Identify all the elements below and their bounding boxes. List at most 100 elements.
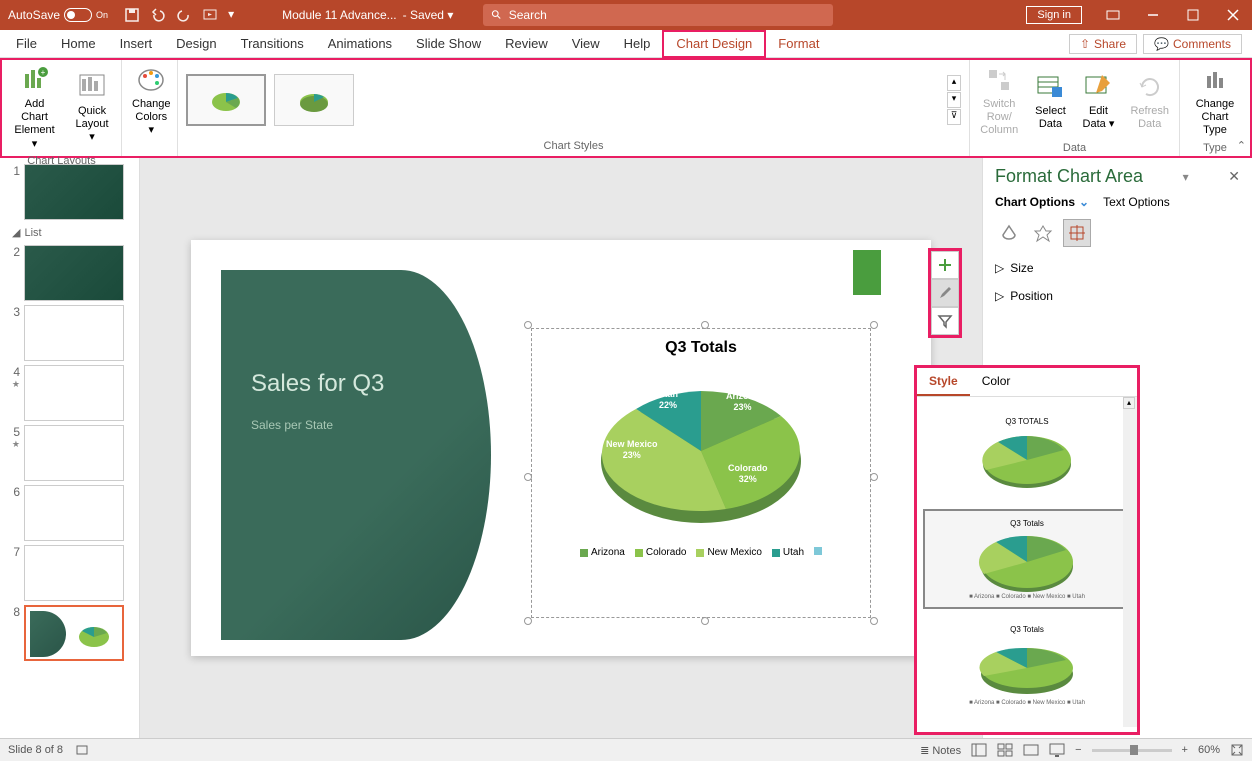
size-properties-icon[interactable] xyxy=(1063,219,1091,247)
slide-thumb-7[interactable]: 7 xyxy=(0,543,139,603)
tab-animations[interactable]: Animations xyxy=(316,30,404,58)
chart-filters-button[interactable] xyxy=(931,307,959,335)
tab-insert[interactable]: Insert xyxy=(108,30,165,58)
edit-data-button[interactable]: Edit Data ▾ xyxy=(1076,69,1120,133)
tab-format[interactable]: Format xyxy=(766,30,831,58)
add-element-icon: + xyxy=(19,64,51,96)
tab-transitions[interactable]: Transitions xyxy=(229,30,316,58)
tab-design[interactable]: Design xyxy=(164,30,228,58)
tab-chart-design[interactable]: Chart Design xyxy=(662,30,766,58)
popup-style-3[interactable]: Q3 Totals ■ Arizona ■ Colorado ■ New Mex… xyxy=(923,615,1131,715)
popup-tab-color[interactable]: Color xyxy=(970,368,1023,396)
minimize-icon[interactable] xyxy=(1134,0,1172,30)
comments-button[interactable]: 💬Comments xyxy=(1143,34,1242,54)
tab-help[interactable]: Help xyxy=(612,30,663,58)
autosave-state: On xyxy=(96,10,108,20)
fill-line-icon[interactable] xyxy=(995,219,1023,247)
share-button[interactable]: ⇧Share xyxy=(1069,34,1137,54)
popup-tab-style[interactable]: Style xyxy=(917,368,970,396)
tab-slideshow[interactable]: Slide Show xyxy=(404,30,493,58)
ribbon-display-icon[interactable] xyxy=(1094,0,1132,30)
slide-indicator[interactable]: Slide 8 of 8 xyxy=(8,744,63,756)
refresh-data-button: Refresh Data xyxy=(1124,69,1175,133)
save-state[interactable]: - Saved ▾ xyxy=(403,8,454,22)
change-colors-button[interactable]: Change Colors ▾ xyxy=(126,62,177,140)
slide-thumb-6[interactable]: 6 xyxy=(0,483,139,543)
animation-star-icon: ★ xyxy=(12,439,20,450)
chart-container[interactable]: Q3 Totals xyxy=(531,328,871,618)
view-slideshow-icon[interactable] xyxy=(1049,743,1065,757)
tab-view[interactable]: View xyxy=(560,30,612,58)
tab-home[interactable]: Home xyxy=(49,30,108,58)
slide-thumb-4[interactable]: 4★ xyxy=(0,363,139,423)
styles-up-icon[interactable]: ▴ xyxy=(947,75,961,91)
zoom-level[interactable]: 60% xyxy=(1198,744,1220,756)
pane-close-icon[interactable]: ✕ xyxy=(1228,168,1240,185)
edit-data-icon xyxy=(1082,71,1114,103)
select-data-icon xyxy=(1034,71,1066,103)
share-icon: ⇧ xyxy=(1080,37,1090,51)
chart-elements-button[interactable] xyxy=(931,251,959,279)
search-input[interactable] xyxy=(509,8,826,22)
slide-thumbnails-panel[interactable]: 1 ◢List 2 3 4★ 5★ 6 7 8 xyxy=(0,158,140,738)
redo-icon[interactable] xyxy=(176,7,192,23)
qat-dropdown-icon[interactable]: ▾ xyxy=(228,7,234,23)
collapse-ribbon-icon[interactable]: ⌃ xyxy=(1237,139,1246,152)
chevron-down-icon: ⌄ xyxy=(1079,195,1089,209)
quick-layout-button[interactable]: Quick Layout ▾ xyxy=(67,69,117,147)
pane-section-position[interactable]: ▷Position xyxy=(995,289,1240,303)
maximize-icon[interactable] xyxy=(1174,0,1212,30)
chart-style-1[interactable] xyxy=(186,74,266,126)
tab-file[interactable]: File xyxy=(4,30,49,58)
ribbon-content: + Add Chart Element ▾ Quick Layout ▾ Cha… xyxy=(0,58,1252,158)
popup-style-2[interactable]: Q3 Totals ■ Arizona ■ Colorado ■ New Mex… xyxy=(923,509,1131,609)
add-chart-element-button[interactable]: + Add Chart Element ▾ xyxy=(6,62,63,153)
undo-icon[interactable] xyxy=(150,7,166,23)
search-box[interactable] xyxy=(483,4,833,26)
pie-label-colorado: Colorado32% xyxy=(728,463,768,485)
slide-thumb-5[interactable]: 5★ xyxy=(0,423,139,483)
view-reading-icon[interactable] xyxy=(1023,743,1039,757)
styles-more-icon[interactable]: ⊽ xyxy=(947,109,961,125)
effects-icon[interactable] xyxy=(1029,219,1057,247)
popup-scrollbar[interactable]: ▴ xyxy=(1123,397,1137,727)
pane-tab-text-options[interactable]: Text Options xyxy=(1103,195,1170,209)
chart-styles-button[interactable] xyxy=(931,279,959,307)
chart-style-2[interactable] xyxy=(274,74,354,126)
zoom-in-icon[interactable]: + xyxy=(1182,744,1188,756)
autosave-switch[interactable] xyxy=(64,8,92,22)
pane-dropdown-icon[interactable]: ▾ xyxy=(1183,170,1189,184)
close-icon[interactable] xyxy=(1214,0,1252,30)
slide-canvas[interactable]: Sales for Q3 Sales per State Q3 Totals xyxy=(140,158,982,738)
tab-review[interactable]: Review xyxy=(493,30,560,58)
slide-thumb-1[interactable]: 1 xyxy=(0,162,139,222)
pane-section-size[interactable]: ▷Size xyxy=(995,261,1240,275)
slide-thumb-3[interactable]: 3 xyxy=(0,303,139,363)
autosave-label: AutoSave xyxy=(8,8,60,22)
comment-icon: 💬 xyxy=(1154,37,1169,51)
pie-chart: Utah22% Arizona23% Colorado32% New Mexic… xyxy=(586,361,816,541)
slideshow-icon[interactable] xyxy=(202,7,218,23)
zoom-slider[interactable] xyxy=(1092,749,1172,752)
slide-thumb-2[interactable]: 2 xyxy=(0,243,139,303)
view-normal-icon[interactable] xyxy=(971,743,987,757)
pane-tab-chart-options[interactable]: Chart Options ⌄ xyxy=(995,195,1089,209)
zoom-out-icon[interactable]: − xyxy=(1075,744,1081,756)
save-icon[interactable] xyxy=(124,7,140,23)
select-data-button[interactable]: Select Data xyxy=(1028,69,1072,133)
chart-type-icon xyxy=(1199,64,1231,96)
notes-button[interactable]: ≣ Notes xyxy=(920,744,961,757)
view-sorter-icon[interactable] xyxy=(997,743,1013,757)
ribbon-tabs: File Home Insert Design Transitions Anim… xyxy=(0,30,1252,58)
fit-window-icon[interactable] xyxy=(1230,743,1244,757)
change-chart-type-button[interactable]: Change Chart Type xyxy=(1184,62,1246,140)
status-bar: Slide 8 of 8 ≣ Notes − + 60% xyxy=(0,738,1252,761)
section-header[interactable]: ◢List xyxy=(0,222,139,243)
green-shape xyxy=(853,250,881,295)
slide-thumb-8[interactable]: 8 xyxy=(0,603,139,663)
accessibility-icon[interactable] xyxy=(75,743,89,757)
autosave-toggle[interactable]: AutoSave On xyxy=(0,8,116,22)
styles-down-icon[interactable]: ▾ xyxy=(947,92,961,108)
signin-button[interactable]: Sign in xyxy=(1026,6,1082,24)
popup-style-1[interactable]: Q3 TOTALS xyxy=(923,403,1131,503)
